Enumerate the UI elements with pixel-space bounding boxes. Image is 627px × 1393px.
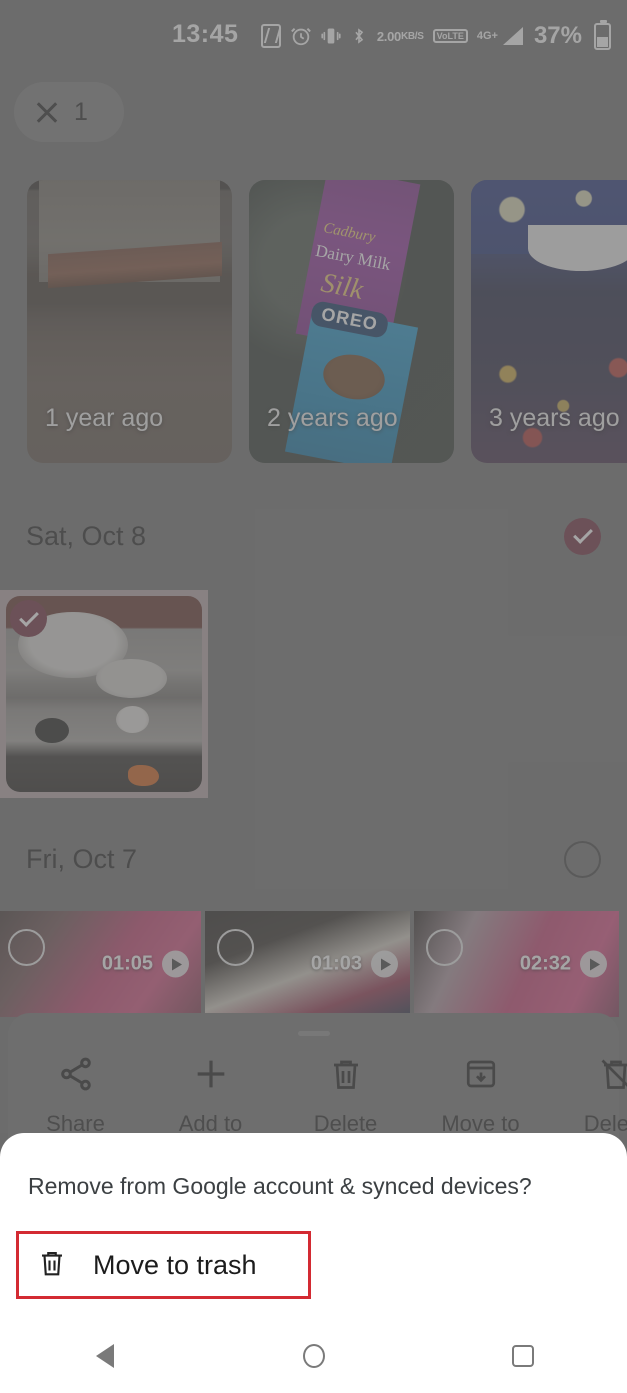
data-rate-unit: KB/S (400, 30, 424, 42)
video-grid: 01:05 01:03 02:32 (0, 911, 627, 1017)
section-select-checkbox[interactable] (564, 840, 601, 878)
recents-icon (511, 1345, 534, 1367)
video-meta: 02:32 (519, 950, 607, 978)
video-duration: 02:32 (519, 952, 571, 975)
android-nav-bar (0, 1319, 627, 1393)
action-delete-device[interactable]: Delete (548, 1051, 627, 1137)
home-icon (302, 1344, 325, 1368)
action-move-to[interactable]: Move to (413, 1051, 548, 1137)
selection-count: 1 (74, 97, 88, 126)
phone-screen: 13:45 2.00 KB/S Vo LTE 4G+ 37% 1 1 year … (0, 0, 627, 1393)
video-select-checkbox[interactable] (8, 929, 45, 966)
status-clock: 13:45 (172, 20, 239, 48)
plus-icon (191, 1051, 231, 1097)
play-icon[interactable] (371, 950, 398, 978)
clothing-pattern-graphic (471, 335, 627, 463)
alarm-icon (290, 25, 312, 47)
video-meta: 01:03 (310, 950, 398, 978)
play-icon[interactable] (162, 950, 189, 978)
status-bar: 13:45 2.00 KB/S Vo LTE 4G+ 37% (0, 0, 627, 72)
close-icon[interactable] (34, 99, 60, 125)
volte-top: Vo (436, 31, 448, 41)
network-type-label: 4G+ (476, 30, 498, 42)
video-select-checkbox[interactable] (426, 929, 463, 966)
move-to-trash-label: Move to trash (93, 1249, 257, 1280)
date-header-row: Sat, Oct 8 (0, 500, 627, 572)
knob2-graphic (115, 705, 150, 734)
dialog-title: Remove from Google account & synced devi… (28, 1173, 532, 1199)
video-select-checkbox[interactable] (217, 929, 254, 966)
recents-button[interactable] (483, 1319, 563, 1393)
date-label: Fri, Oct 7 (26, 843, 138, 874)
video-meta: 01:05 (101, 950, 189, 978)
video-tile[interactable]: 02:32 (414, 911, 619, 1017)
action-list: Share Add to Delete Move to Dele (8, 1051, 627, 1137)
trash-icon (37, 1248, 67, 1283)
signal-icon: 4G+ (477, 25, 525, 47)
check-icon (18, 606, 39, 627)
photo-select-checkbox[interactable] (10, 600, 47, 637)
memories-carousel[interactable]: 1 year ago Cadbury Dairy Milk Silk OREO … (0, 180, 627, 463)
action-share[interactable]: Share (8, 1051, 143, 1137)
action-add-to[interactable]: Add to (143, 1051, 278, 1137)
memory-card[interactable]: 1 year ago (27, 180, 232, 463)
remove-confirm-dialog: Remove from Google account & synced devi… (0, 1133, 627, 1319)
photo-tile[interactable] (0, 590, 208, 798)
sheet-drag-handle[interactable] (297, 1031, 330, 1036)
trash-off-icon (598, 1051, 627, 1097)
selection-chip[interactable]: 1 (14, 82, 124, 142)
bluetooth-icon (350, 24, 368, 48)
video-duration: 01:03 (310, 952, 362, 975)
memory-thumbnail (471, 180, 627, 463)
play-icon[interactable] (580, 950, 607, 978)
memory-card[interactable]: Cadbury Dairy Milk Silk OREO 2 years ago (249, 180, 454, 463)
back-button[interactable] (65, 1319, 145, 1393)
knob-graphic (35, 717, 69, 743)
share-icon (57, 1051, 95, 1097)
home-button[interactable] (274, 1319, 354, 1393)
date-label: Sat, Oct 8 (26, 520, 147, 551)
video-tile[interactable]: 01:03 (205, 911, 410, 1017)
memory-card[interactable]: 3 years ago (471, 180, 627, 463)
video-duration: 01:05 (101, 952, 153, 975)
battery-percent: 37% (533, 22, 582, 49)
date-header-row: Fri, Oct 7 (0, 823, 627, 895)
video-tile[interactable]: 01:05 (0, 911, 201, 1017)
section-select-checkbox[interactable] (564, 517, 601, 555)
memory-label: 2 years ago (267, 404, 398, 432)
battery-icon (591, 19, 611, 50)
trash-icon (328, 1051, 364, 1097)
nfc-icon (260, 24, 281, 48)
lid-graphic (96, 658, 167, 698)
back-icon (95, 1344, 114, 1368)
flame-graphic (127, 764, 159, 787)
move-to-trash-button[interactable]: Move to trash (16, 1231, 311, 1299)
archive-down-icon (463, 1051, 499, 1097)
vibrate-icon (321, 24, 341, 48)
action-delete[interactable]: Delete (278, 1051, 413, 1137)
memory-label: 1 year ago (45, 404, 164, 432)
volte-icon: Vo LTE (432, 29, 468, 43)
data-rate-icon: 2.00 KB/S (376, 28, 424, 44)
check-icon (572, 524, 593, 544)
status-icons: 2.00 KB/S Vo LTE 4G+ 37% (260, 19, 611, 52)
data-rate-value: 2.00 (376, 28, 401, 44)
volte-bottom: LTE (447, 31, 464, 41)
